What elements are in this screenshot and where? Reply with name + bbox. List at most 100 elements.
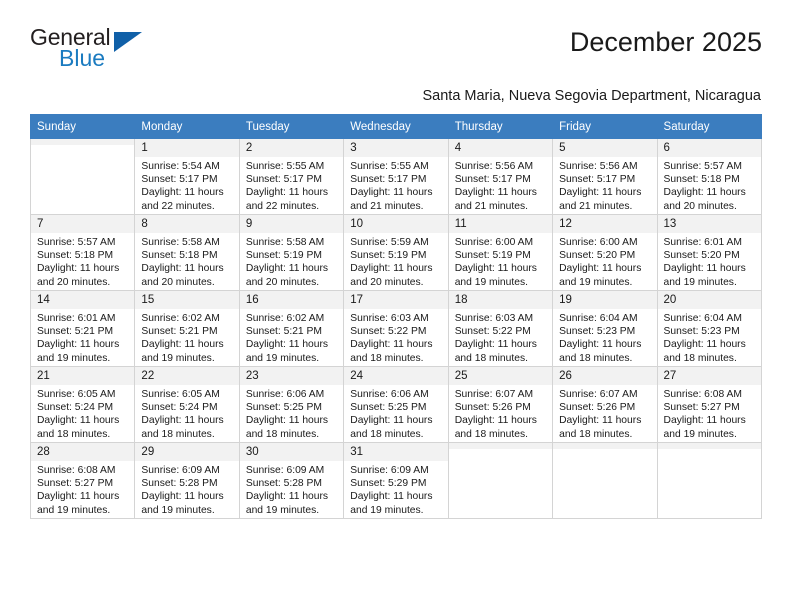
day-cell[interactable]: 15 Sunrise: 6:02 AM Sunset: 5:21 PM Dayl…: [134, 290, 240, 367]
calendar-head: Sunday Monday Tuesday Wednesday Thursday…: [29, 114, 763, 139]
day-cell[interactable]: 23 Sunrise: 6:06 AM Sunset: 5:25 PM Dayl…: [238, 366, 345, 443]
day-cell[interactable]: 7 Sunrise: 5:57 AM Sunset: 5:18 PM Dayli…: [29, 214, 136, 291]
day-cell[interactable]: 17 Sunrise: 6:03 AM Sunset: 5:22 PM Dayl…: [343, 290, 449, 367]
sunset-text: Sunset: 5:22 PM: [454, 326, 531, 338]
sunset-text: Sunset: 5:20 PM: [559, 250, 636, 262]
day-number: 27: [657, 367, 761, 385]
daylight-text-line1: Daylight: 11 hours: [454, 339, 537, 351]
sunrise-text: Sunrise: 6:05 AM: [37, 389, 116, 400]
day-details: Sunrise: 5:54 AM Sunset: 5:17 PM Dayligh…: [135, 157, 238, 213]
weekday-header-row: Sunday Monday Tuesday Wednesday Thursday…: [29, 114, 763, 139]
day-details: Sunrise: 6:02 AM Sunset: 5:21 PM Dayligh…: [240, 309, 343, 365]
day-details: Sunrise: 6:01 AM Sunset: 5:21 PM Dayligh…: [31, 309, 134, 365]
sunrise-text: Sunrise: 6:08 AM: [37, 465, 116, 476]
sunrise-text: Sunrise: 5:58 AM: [245, 237, 325, 248]
day-number: [448, 443, 553, 449]
sunset-text: Sunset: 5:21 PM: [37, 326, 114, 338]
day-number: 10: [344, 215, 448, 233]
day-number: 8: [135, 215, 239, 233]
daylight-text-line2: and 18 minutes.: [141, 428, 215, 440]
sunrise-text: Sunrise: 6:07 AM: [454, 389, 534, 400]
day-number: 26: [553, 367, 657, 385]
day-cell[interactable]: 26 Sunrise: 6:07 AM Sunset: 5:26 PM Dayl…: [552, 366, 658, 443]
day-cell[interactable]: 20 Sunrise: 6:04 AM Sunset: 5:23 PM Dayl…: [656, 290, 763, 367]
day-number: 25: [448, 367, 553, 385]
sunset-text: Sunset: 5:22 PM: [350, 326, 427, 338]
day-cell[interactable]: 1 Sunrise: 5:54 AM Sunset: 5:17 PM Dayli…: [134, 138, 240, 215]
day-details: Sunrise: 6:08 AM Sunset: 5:27 PM Dayligh…: [658, 385, 761, 441]
day-number: 20: [657, 291, 761, 309]
daylight-text-line1: Daylight: 11 hours: [663, 415, 746, 427]
generalblue-logo[interactable]: General Blue: [30, 26, 150, 74]
day-details: Sunrise: 6:06 AM Sunset: 5:25 PM Dayligh…: [240, 385, 343, 441]
day-cell[interactable]: 24 Sunrise: 6:06 AM Sunset: 5:25 PM Dayl…: [343, 366, 449, 443]
sunrise-text: Sunrise: 6:09 AM: [141, 465, 220, 476]
day-cell[interactable]: 18 Sunrise: 6:03 AM Sunset: 5:22 PM Dayl…: [447, 290, 554, 367]
sunrise-text: Sunrise: 6:00 AM: [559, 237, 638, 248]
sunset-text: Sunset: 5:26 PM: [559, 402, 636, 414]
sunrise-text: Sunrise: 6:04 AM: [663, 313, 742, 324]
daylight-text-line2: and 18 minutes.: [559, 352, 633, 364]
page-header: General Blue December 2025: [30, 0, 762, 78]
sunrise-text: Sunrise: 5:56 AM: [559, 161, 638, 172]
day-cell[interactable]: 4 Sunrise: 5:56 AM Sunset: 5:17 PM Dayli…: [447, 138, 554, 215]
day-number: 2: [239, 139, 344, 157]
day-cell[interactable]: 27 Sunrise: 6:08 AM Sunset: 5:27 PM Dayl…: [656, 366, 763, 443]
day-cell[interactable]: 11 Sunrise: 6:00 AM Sunset: 5:19 PM Dayl…: [447, 214, 554, 291]
day-cell[interactable]: 13 Sunrise: 6:01 AM Sunset: 5:20 PM Dayl…: [656, 214, 763, 291]
day-details: Sunrise: 5:57 AM Sunset: 5:18 PM Dayligh…: [31, 233, 134, 289]
daylight-text-line2: and 18 minutes.: [663, 352, 737, 364]
sunset-text: Sunset: 5:27 PM: [663, 402, 740, 414]
daylight-text-line1: Daylight: 11 hours: [37, 263, 120, 275]
day-cell[interactable]: 31 Sunrise: 6:09 AM Sunset: 5:29 PM Dayl…: [343, 442, 449, 519]
daylight-text-line2: and 20 minutes.: [245, 276, 320, 288]
day-cell[interactable]: 22 Sunrise: 6:05 AM Sunset: 5:24 PM Dayl…: [134, 366, 240, 443]
day-number: 7: [31, 215, 135, 233]
day-cell[interactable]: 3 Sunrise: 5:55 AM Sunset: 5:17 PM Dayli…: [343, 138, 449, 215]
day-number: 9: [239, 215, 344, 233]
day-number: 1: [135, 139, 239, 157]
daylight-text-line2: and 19 minutes.: [663, 428, 737, 440]
daylight-text-line2: and 18 minutes.: [454, 352, 528, 364]
day-cell[interactable]: 9 Sunrise: 5:58 AM Sunset: 5:19 PM Dayli…: [238, 214, 345, 291]
sunrise-text: Sunrise: 5:57 AM: [37, 237, 116, 248]
daylight-text-line1: Daylight: 11 hours: [37, 491, 120, 503]
day-cell[interactable]: 14 Sunrise: 6:01 AM Sunset: 5:21 PM Dayl…: [29, 290, 136, 367]
day-cell[interactable]: 10 Sunrise: 5:59 AM Sunset: 5:19 PM Dayl…: [343, 214, 449, 291]
sunset-text: Sunset: 5:28 PM: [245, 478, 322, 490]
day-details: Sunrise: 5:59 AM Sunset: 5:19 PM Dayligh…: [344, 233, 447, 289]
sunrise-text: Sunrise: 6:09 AM: [350, 465, 429, 476]
day-cell[interactable]: 5 Sunrise: 5:56 AM Sunset: 5:17 PM Dayli…: [552, 138, 658, 215]
day-details: Sunrise: 5:55 AM Sunset: 5:17 PM Dayligh…: [240, 157, 343, 213]
day-cell[interactable]: 16 Sunrise: 6:02 AM Sunset: 5:21 PM Dayl…: [238, 290, 345, 367]
day-details: Sunrise: 6:05 AM Sunset: 5:24 PM Dayligh…: [31, 385, 134, 441]
day-cell[interactable]: 6 Sunrise: 5:57 AM Sunset: 5:18 PM Dayli…: [656, 138, 763, 215]
day-number: 17: [344, 291, 448, 309]
daylight-text-line1: Daylight: 11 hours: [454, 263, 537, 275]
sunset-text: Sunset: 5:20 PM: [663, 250, 740, 262]
calendar-week-row: 1 Sunrise: 5:54 AM Sunset: 5:17 PM Dayli…: [29, 138, 763, 215]
sunset-text: Sunset: 5:21 PM: [141, 326, 218, 338]
day-cell[interactable]: 25 Sunrise: 6:07 AM Sunset: 5:26 PM Dayl…: [447, 366, 554, 443]
sunset-text: Sunset: 5:17 PM: [245, 174, 322, 186]
sunrise-text: Sunrise: 5:55 AM: [350, 161, 429, 172]
day-cell[interactable]: 21 Sunrise: 6:05 AM Sunset: 5:24 PM Dayl…: [29, 366, 136, 443]
daylight-text-line1: Daylight: 11 hours: [245, 415, 329, 427]
day-cell[interactable]: 8 Sunrise: 5:58 AM Sunset: 5:18 PM Dayli…: [134, 214, 240, 291]
daylight-text-line1: Daylight: 11 hours: [245, 187, 329, 199]
day-cell[interactable]: 12 Sunrise: 6:00 AM Sunset: 5:20 PM Dayl…: [552, 214, 658, 291]
day-cell[interactable]: 2 Sunrise: 5:55 AM Sunset: 5:17 PM Dayli…: [238, 138, 345, 215]
daylight-text-line2: and 22 minutes.: [141, 200, 215, 212]
daylight-text-line1: Daylight: 11 hours: [245, 491, 329, 503]
sunrise-text: Sunrise: 6:01 AM: [663, 237, 742, 248]
day-cell[interactable]: 29 Sunrise: 6:09 AM Sunset: 5:28 PM Dayl…: [134, 442, 240, 519]
sunset-text: Sunset: 5:17 PM: [454, 174, 531, 186]
weekday-header-saturday: Saturday: [656, 114, 763, 139]
sunset-text: Sunset: 5:23 PM: [559, 326, 636, 338]
day-cell[interactable]: 28 Sunrise: 6:08 AM Sunset: 5:27 PM Dayl…: [29, 442, 136, 519]
day-cell[interactable]: 19 Sunrise: 6:04 AM Sunset: 5:23 PM Dayl…: [552, 290, 658, 367]
day-details: Sunrise: 5:56 AM Sunset: 5:17 PM Dayligh…: [449, 157, 552, 213]
daylight-text-line1: Daylight: 11 hours: [454, 415, 537, 427]
day-details: Sunrise: 5:56 AM Sunset: 5:17 PM Dayligh…: [553, 157, 656, 213]
day-cell[interactable]: 30 Sunrise: 6:09 AM Sunset: 5:28 PM Dayl…: [238, 442, 345, 519]
